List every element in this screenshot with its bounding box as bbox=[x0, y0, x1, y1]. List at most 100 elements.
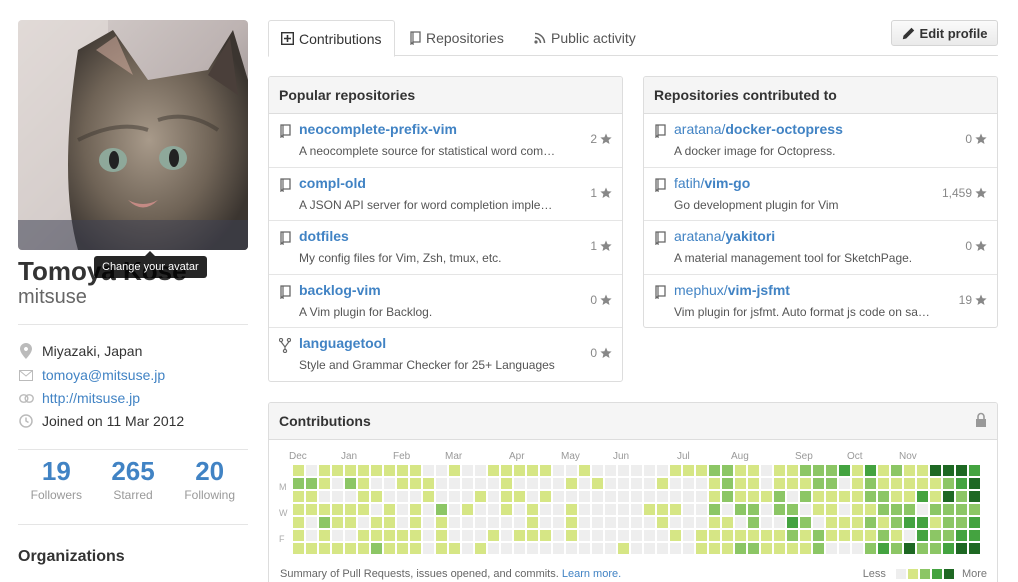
calendar-day[interactable] bbox=[397, 491, 408, 502]
calendar-day[interactable] bbox=[956, 543, 967, 554]
calendar-day[interactable] bbox=[514, 478, 525, 489]
calendar-day[interactable] bbox=[826, 491, 837, 502]
calendar-day[interactable] bbox=[761, 491, 772, 502]
calendar-day[interactable] bbox=[709, 517, 720, 528]
calendar-day[interactable] bbox=[956, 504, 967, 515]
calendar-day[interactable] bbox=[345, 465, 356, 476]
calendar-day[interactable] bbox=[540, 504, 551, 515]
calendar-day[interactable] bbox=[722, 478, 733, 489]
calendar-day[interactable] bbox=[826, 478, 837, 489]
calendar-day[interactable] bbox=[501, 478, 512, 489]
calendar-day[interactable] bbox=[449, 465, 460, 476]
calendar-day[interactable] bbox=[657, 517, 668, 528]
calendar-day[interactable] bbox=[813, 530, 824, 541]
calendar-day[interactable] bbox=[657, 504, 668, 515]
calendar-day[interactable] bbox=[384, 517, 395, 528]
calendar-day[interactable] bbox=[969, 543, 980, 554]
calendar-day[interactable] bbox=[631, 491, 642, 502]
calendar-day[interactable] bbox=[306, 504, 317, 515]
calendar-day[interactable] bbox=[358, 478, 369, 489]
calendar-day[interactable] bbox=[579, 491, 590, 502]
calendar-day[interactable] bbox=[904, 504, 915, 515]
calendar-day[interactable] bbox=[397, 517, 408, 528]
calendar-day[interactable] bbox=[358, 491, 369, 502]
calendar-day[interactable] bbox=[787, 530, 798, 541]
calendar-day[interactable] bbox=[722, 504, 733, 515]
calendar-day[interactable] bbox=[891, 465, 902, 476]
calendar-day[interactable] bbox=[553, 465, 564, 476]
calendar-day[interactable] bbox=[865, 504, 876, 515]
calendar-day[interactable] bbox=[579, 504, 590, 515]
calendar-day[interactable] bbox=[605, 491, 616, 502]
calendar-day[interactable] bbox=[579, 465, 590, 476]
calendar-day[interactable] bbox=[917, 543, 928, 554]
calendar-day[interactable] bbox=[423, 478, 434, 489]
calendar-day[interactable] bbox=[345, 517, 356, 528]
repo-name-link[interactable]: dotfiles bbox=[299, 228, 349, 244]
calendar-day[interactable] bbox=[813, 504, 824, 515]
calendar-day[interactable] bbox=[605, 465, 616, 476]
calendar-day[interactable] bbox=[618, 491, 629, 502]
calendar-day[interactable] bbox=[670, 504, 681, 515]
calendar-day[interactable] bbox=[722, 491, 733, 502]
calendar-day[interactable] bbox=[397, 465, 408, 476]
calendar-day[interactable] bbox=[891, 530, 902, 541]
calendar-day[interactable] bbox=[462, 543, 473, 554]
calendar-day[interactable] bbox=[748, 504, 759, 515]
calendar-day[interactable] bbox=[319, 478, 330, 489]
calendar-day[interactable] bbox=[943, 504, 954, 515]
calendar-day[interactable] bbox=[566, 517, 577, 528]
calendar-day[interactable] bbox=[332, 530, 343, 541]
calendar-day[interactable] bbox=[748, 543, 759, 554]
calendar-day[interactable] bbox=[501, 530, 512, 541]
calendar-day[interactable] bbox=[527, 491, 538, 502]
calendar-day[interactable] bbox=[436, 465, 447, 476]
calendar-day[interactable] bbox=[787, 504, 798, 515]
calendar-day[interactable] bbox=[514, 491, 525, 502]
calendar-day[interactable] bbox=[891, 491, 902, 502]
calendar-day[interactable] bbox=[774, 478, 785, 489]
calendar-day[interactable] bbox=[501, 504, 512, 515]
calendar-day[interactable] bbox=[501, 517, 512, 528]
calendar-day[interactable] bbox=[540, 517, 551, 528]
calendar-day[interactable] bbox=[293, 491, 304, 502]
calendar-day[interactable] bbox=[839, 504, 850, 515]
calendar-day[interactable] bbox=[423, 517, 434, 528]
calendar-day[interactable] bbox=[618, 478, 629, 489]
repo-row[interactable]: languagetool Style and Grammar Checker fo… bbox=[269, 328, 622, 381]
calendar-day[interactable] bbox=[423, 465, 434, 476]
calendar-day[interactable] bbox=[397, 530, 408, 541]
calendar-day[interactable] bbox=[696, 465, 707, 476]
calendar-day[interactable] bbox=[371, 543, 382, 554]
calendar-day[interactable] bbox=[579, 478, 590, 489]
calendar-day[interactable] bbox=[943, 517, 954, 528]
calendar-day[interactable] bbox=[488, 465, 499, 476]
calendar-day[interactable] bbox=[709, 478, 720, 489]
calendar-day[interactable] bbox=[475, 504, 486, 515]
calendar-day[interactable] bbox=[527, 478, 538, 489]
calendar-day[interactable] bbox=[293, 504, 304, 515]
calendar-day[interactable] bbox=[930, 543, 941, 554]
calendar-day[interactable] bbox=[761, 517, 772, 528]
calendar-day[interactable] bbox=[332, 517, 343, 528]
repo-row[interactable]: neocomplete-prefix-vim A neocomplete sour… bbox=[269, 114, 622, 168]
repo-name-link[interactable]: aratana/yakitori bbox=[674, 228, 775, 244]
calendar-day[interactable] bbox=[462, 465, 473, 476]
calendar-day[interactable] bbox=[670, 517, 681, 528]
calendar-day[interactable] bbox=[930, 530, 941, 541]
calendar-day[interactable] bbox=[592, 517, 603, 528]
calendar-day[interactable] bbox=[514, 543, 525, 554]
calendar-day[interactable] bbox=[345, 491, 356, 502]
calendar-day[interactable] bbox=[501, 543, 512, 554]
calendar-day[interactable] bbox=[501, 465, 512, 476]
calendar-day[interactable] bbox=[553, 504, 564, 515]
calendar-day[interactable] bbox=[956, 517, 967, 528]
calendar-day[interactable] bbox=[384, 465, 395, 476]
calendar-day[interactable] bbox=[813, 491, 824, 502]
calendar-day[interactable] bbox=[514, 465, 525, 476]
calendar-day[interactable] bbox=[917, 478, 928, 489]
repo-stars[interactable]: 2 bbox=[590, 132, 612, 146]
calendar-day[interactable] bbox=[800, 504, 811, 515]
calendar-day[interactable] bbox=[917, 491, 928, 502]
calendar-day[interactable] bbox=[774, 465, 785, 476]
